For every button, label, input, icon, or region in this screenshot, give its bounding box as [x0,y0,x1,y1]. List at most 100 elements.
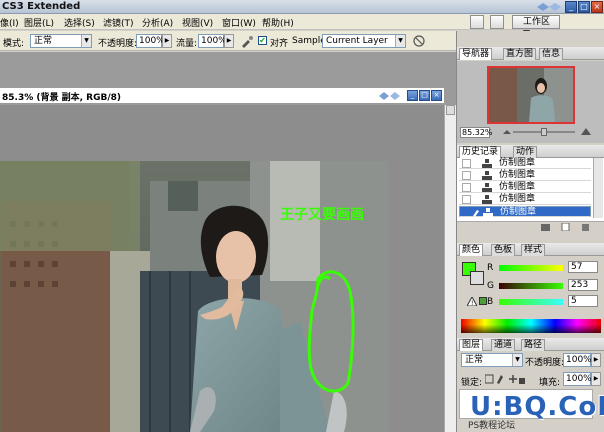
document-scrollbar[interactable] [444,105,456,432]
watermark-subtitle: PS教程论坛 [468,421,516,431]
minimize-button[interactable]: _ [565,1,577,13]
opacity-input[interactable]: 100% [136,34,165,48]
blend-mode-value: 正常 [465,355,484,365]
tab-histogram[interactable]: 直方图 [503,48,537,60]
menu-image[interactable]: 像(I) [0,16,19,29]
history-footer [457,221,604,231]
tab-info[interactable]: 信息 [539,48,564,60]
stamp-icon [482,171,492,180]
tab-swatches[interactable]: 色板 [491,244,516,256]
navigator-zoom-input[interactable]: 85.32% [460,127,493,138]
window-logo-icon [537,3,561,11]
red-input[interactable]: 57 [568,261,598,273]
snapshot-checkbox[interactable] [462,183,471,192]
chevron-down-icon: ▼ [512,354,522,366]
layer-opacity-input[interactable]: 100% [563,353,592,367]
snapshot-icon[interactable] [541,223,550,231]
trash-icon[interactable] [581,223,590,231]
history-item[interactable]: 仿制图章 [459,170,591,181]
close-button[interactable]: × [591,1,603,13]
doc-minimize-button[interactable]: _ [407,90,418,101]
panel-toggle-icon[interactable] [490,15,504,29]
history-scrollbar[interactable] [593,158,603,218]
stamp-icon [482,195,492,204]
blue-input[interactable]: 5 [568,295,598,307]
bridge-icon[interactable] [470,15,484,29]
tab-styles[interactable]: 样式 [521,244,546,256]
history-brush-icon [473,210,479,217]
snapshot-checkbox[interactable] [462,171,471,180]
menu-select[interactable]: 选择(S) [64,16,95,29]
workspace-button[interactable]: 工作区 ▼ [512,15,560,39]
opacity-arrow-button[interactable]: ▶ [162,34,172,48]
app-title-bar: CS3 Extended _ □ × [0,0,604,14]
tab-actions[interactable]: 动作 [513,146,538,158]
history-item-selected[interactable]: 仿制图章 [459,206,591,217]
layer-opacity-arrow[interactable]: ▶ [591,353,601,367]
airbrush-icon[interactable] [240,34,254,48]
zoom-slider-handle[interactable] [541,128,547,136]
history-item[interactable]: 仿制图章 [459,158,591,169]
menu-layer[interactable]: 图层(L) [24,16,54,29]
opacity-label: 不透明度: [98,39,138,49]
channel-label-g: G [487,281,494,291]
green-slider[interactable] [499,283,563,289]
menu-filter[interactable]: 滤镜(T) [103,16,134,29]
ignore-adjustment-icon[interactable] [412,34,426,48]
history-tabs: 历史记录 动作 [457,145,604,158]
tab-navigator[interactable]: 导航器 [459,48,493,60]
overlay-text: 王子又要画画 [280,207,364,223]
red-slider[interactable] [499,265,563,271]
background-color-swatch[interactable] [470,271,484,285]
layer-opacity-label: 不透明度: [525,358,565,368]
tab-history[interactable]: 历史记录 [459,146,502,158]
maximize-button[interactable]: □ [578,1,590,13]
history-item[interactable]: 仿制图章 [459,194,591,205]
fill-input[interactable]: 100% [563,372,592,386]
menu-window[interactable]: 窗口(W) [222,16,256,29]
app-title: CS3 Extended [2,1,81,12]
menu-help[interactable]: 帮助(H) [262,16,294,29]
fill-arrow[interactable]: ▶ [591,372,601,386]
aligned-label: 对齐 [270,39,289,49]
lock-icons[interactable] [485,374,525,384]
channel-label-b: B [487,297,494,307]
menu-analysis[interactable]: 分析(A) [142,16,173,29]
tab-layers[interactable]: 图层 [459,339,484,351]
snapshot-checkbox[interactable] [462,195,471,204]
history-item[interactable]: 仿制图章 [459,182,591,193]
chevron-down-icon: ▼ [81,35,91,47]
flow-input[interactable]: 100% [198,34,227,48]
snapshot-checkbox[interactable] [462,159,471,168]
chevron-down-icon: ▼ [395,35,405,47]
green-input[interactable]: 253 [568,279,598,291]
tab-color[interactable]: 颜色 [459,244,484,256]
navigator-tabs: 导航器 直方图 信息 [457,47,604,60]
stamp-icon [483,208,493,217]
new-document-icon[interactable] [561,223,570,231]
stamp-icon [482,183,492,192]
menu-view[interactable]: 视图(V) [182,16,213,29]
color-spectrum-bar[interactable] [461,319,601,333]
aligned-checkbox[interactable]: ✔ [258,36,267,45]
warning-icon[interactable]: ! [467,297,477,306]
stamp-icon [482,159,492,168]
zoom-in-icon[interactable] [581,127,591,137]
gamut-swatch[interactable] [479,297,487,305]
tab-paths[interactable]: 路径 [521,339,546,351]
doc-close-button[interactable]: × [431,90,442,101]
document-photo[interactable]: 王子又要画画 [0,161,388,432]
tab-channels[interactable]: 通道 [491,339,516,351]
flow-arrow-button[interactable]: ▶ [224,34,234,48]
document-title: 85.3% (背景 副本, RGB/8) [2,93,121,103]
blue-slider[interactable] [499,299,563,305]
fill-label: 填充: [539,378,561,388]
doc-maximize-button[interactable]: □ [419,90,430,101]
zoom-out-icon[interactable] [503,128,511,136]
blend-mode-select[interactable]: 正常 ▼ [461,353,523,367]
mode-select[interactable]: 正常 ▼ [30,34,92,48]
sample-value: Current Layer [326,36,388,46]
photo-image: 王子又要画画 [0,161,388,432]
navigator-thumbnail[interactable] [487,66,575,124]
sample-select[interactable]: Current Layer ▼ [322,34,406,48]
